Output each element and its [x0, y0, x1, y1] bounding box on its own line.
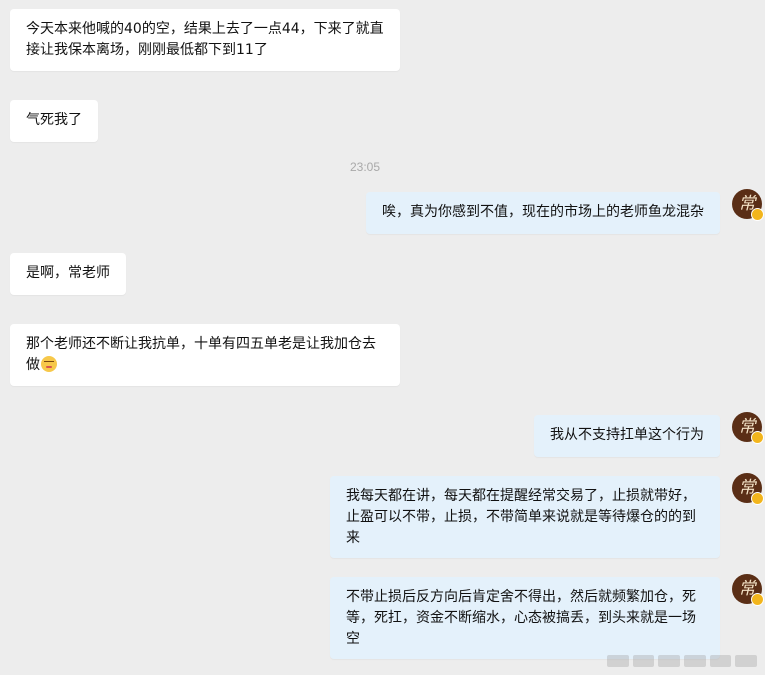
- verified-badge-icon: [751, 431, 764, 444]
- incoming-message[interactable]: 那个老师还不断让我抗单，十单有四五单老是让我加仓去做: [10, 324, 400, 386]
- avatar[interactable]: 常: [732, 473, 764, 505]
- outgoing-message[interactable]: 我每天都在讲，每天都在提醒经常交易了，止损就带好，止盈可以不带，止损，不带简单来…: [330, 476, 720, 558]
- message-text: 今天本来他喊的40的空，结果上去了一点44，下来了就直接让我保本离场，刚刚最低都…: [26, 21, 384, 58]
- avatar[interactable]: 常: [732, 574, 764, 606]
- timestamp: 23:05: [349, 160, 381, 174]
- outgoing-message[interactable]: 唉，真为你感到不值，现在的市场上的老师鱼龙混杂: [366, 192, 720, 234]
- sleepy-face-emoji-icon: [41, 356, 57, 372]
- incoming-message[interactable]: 今天本来他喊的40的空，结果上去了一点44，下来了就直接让我保本离场，刚刚最低都…: [10, 9, 400, 71]
- verified-badge-icon: [751, 208, 764, 221]
- verified-badge-icon: [751, 492, 764, 505]
- incoming-message[interactable]: 是啊，常老师: [10, 253, 126, 295]
- avatar[interactable]: 常: [732, 189, 764, 221]
- message-text: 我从不支持扛单这个行为: [550, 427, 704, 443]
- message-text: 那个老师还不断让我抗单，十单有四五单老是让我加仓去做: [26, 336, 376, 373]
- message-text: 我每天都在讲，每天都在提醒经常交易了，止损就带好，止盈可以不带，止损，不带简单来…: [346, 488, 696, 546]
- watermark: [607, 655, 758, 667]
- avatar[interactable]: 常: [732, 412, 764, 444]
- incoming-message[interactable]: 气死我了: [10, 100, 98, 142]
- outgoing-message[interactable]: 不带止损后反方向后肯定舍不得出，然后就频繁加仓，死等，死扛，资金不断缩水，心态被…: [330, 577, 720, 659]
- message-text: 是啊，常老师: [26, 265, 110, 281]
- verified-badge-icon: [751, 593, 764, 606]
- message-text: 不带止损后反方向后肯定舍不得出，然后就频繁加仓，死等，死扛，资金不断缩水，心态被…: [346, 589, 696, 647]
- outgoing-message[interactable]: 我从不支持扛单这个行为: [534, 415, 720, 457]
- message-text: 唉，真为你感到不值，现在的市场上的老师鱼龙混杂: [382, 204, 704, 220]
- message-text: 气死我了: [26, 112, 82, 128]
